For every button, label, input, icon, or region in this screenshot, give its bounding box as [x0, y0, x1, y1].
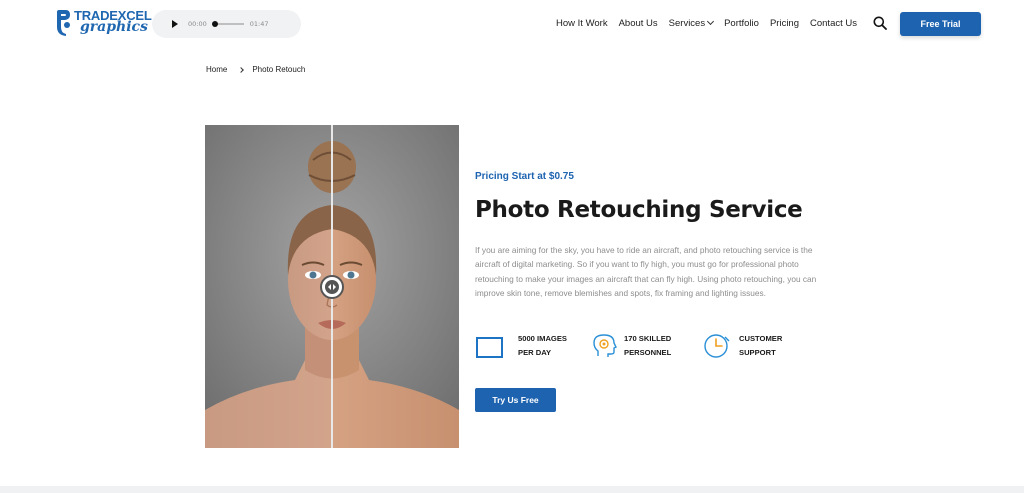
play-icon[interactable] — [172, 20, 178, 28]
feature-label: 170 SKILLED PERSONNEL — [624, 334, 672, 357]
nav-contact-us[interactable]: Contact Us — [810, 18, 857, 29]
comparison-slider-handle[interactable] — [320, 275, 344, 299]
clock-support-icon — [704, 334, 730, 358]
breadcrumb: Home Photo Retouch — [206, 65, 305, 74]
pricing-text: Pricing Start at $0.75 — [475, 171, 574, 182]
feature-customer-support: CUSTOMER SUPPORT — [703, 332, 782, 360]
page: TRADEXCEL graphics 00:00 01:47 How It Wo… — [0, 0, 1024, 493]
feature-label: CUSTOMER SUPPORT — [739, 334, 783, 357]
feature-label: 5000 IMAGES PER DAY — [518, 334, 567, 357]
footer-band — [0, 486, 1024, 493]
nav-pricing[interactable]: Pricing — [770, 18, 799, 29]
nav-portfolio[interactable]: Portfolio — [724, 18, 759, 29]
chevron-down-icon — [707, 17, 715, 26]
audio-player: 00:00 01:47 — [152, 10, 301, 38]
feature-skilled-personnel: 170 SKILLED PERSONNEL — [591, 332, 671, 360]
audio-current-time: 00:00 — [188, 20, 207, 28]
logo-mark-icon — [57, 10, 70, 36]
feature-images-per-day: 5000 IMAGES PER DAY — [475, 332, 567, 360]
try-us-free-button[interactable]: Try Us Free — [475, 388, 556, 412]
page-title: Photo Retouching Service — [475, 197, 803, 223]
audio-seek-bar[interactable] — [211, 21, 244, 27]
main-nav: How It Work About Us Services Portfolio … — [556, 17, 857, 29]
breadcrumb-home[interactable]: Home — [206, 65, 227, 74]
before-after-image[interactable] — [205, 125, 459, 448]
nav-services[interactable]: Services — [668, 17, 715, 29]
brand-logo[interactable]: TRADEXCEL graphics — [54, 9, 152, 37]
image-frame-icon — [476, 337, 503, 358]
nav-how-it-work[interactable]: How It Work — [556, 18, 608, 29]
hero-description: If you are aiming for the sky, you have … — [475, 245, 817, 298]
search-icon[interactable] — [873, 16, 887, 30]
free-trial-button[interactable]: Free Trial — [900, 12, 981, 36]
audio-seek-thumb[interactable] — [211, 21, 218, 27]
audio-duration: 01:47 — [249, 20, 269, 28]
head-gear-icon — [593, 334, 617, 357]
logo-bottom-text: graphics — [80, 19, 148, 35]
features-row: 5000 IMAGES PER DAY 170 SKILLED PERSONNE… — [475, 332, 815, 364]
nav-services-label: Services — [668, 18, 706, 29]
chevron-right-icon — [238, 66, 245, 73]
nav-about-us[interactable]: About Us — [619, 18, 658, 29]
breadcrumb-current: Photo Retouch — [252, 65, 306, 74]
arrows-left-right-icon — [325, 280, 339, 294]
